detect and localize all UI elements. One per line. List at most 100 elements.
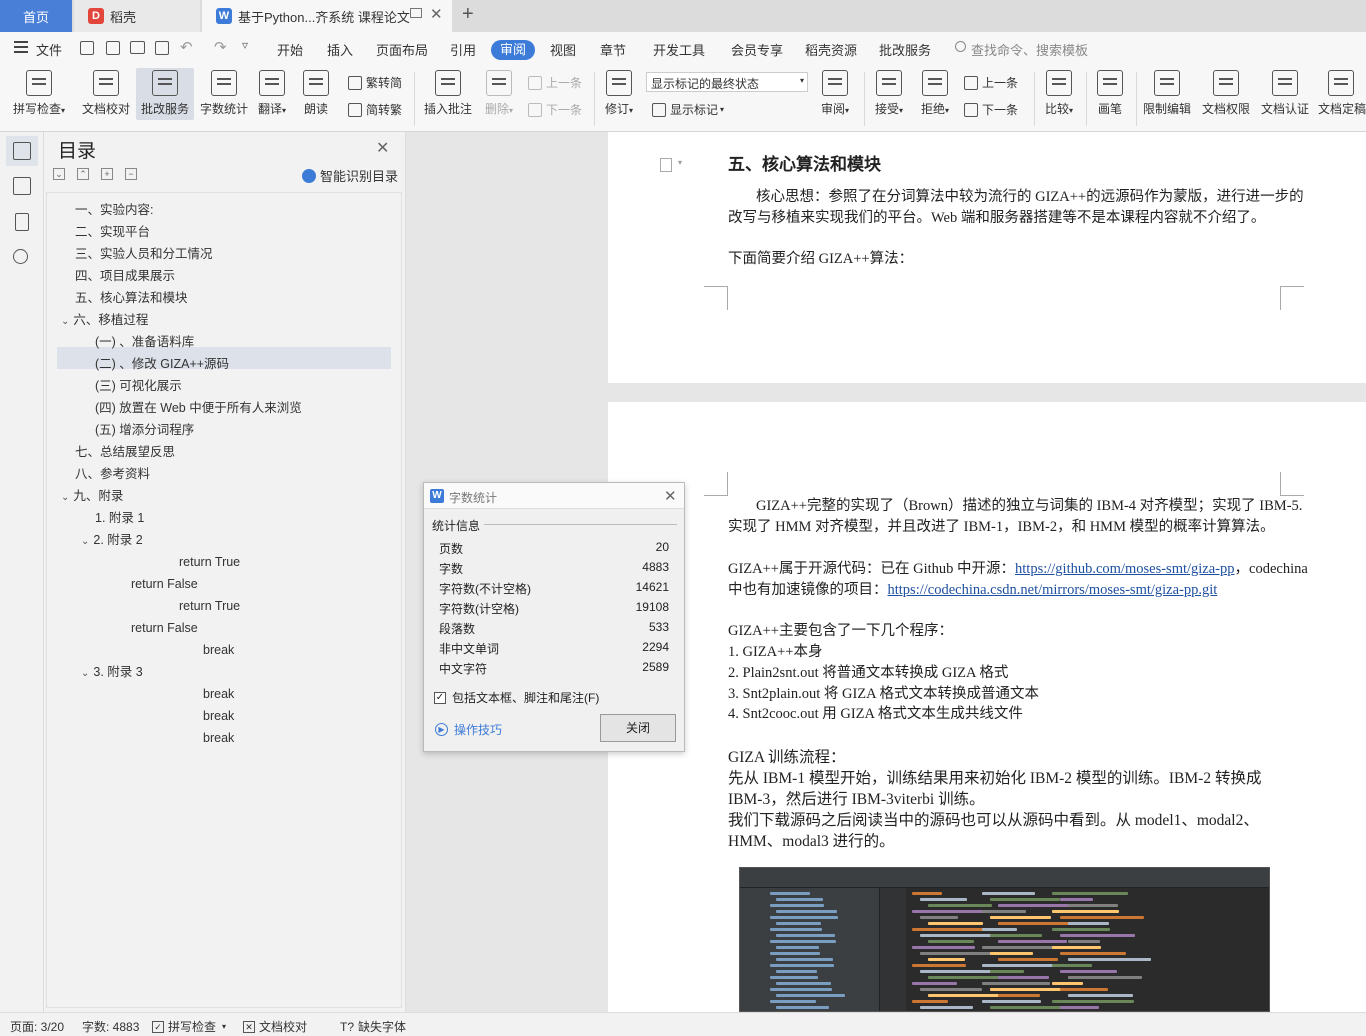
quick-access-dropdown-icon[interactable]: ▿ [242, 38, 248, 52]
menu-page-layout[interactable]: 页面布局 [376, 40, 428, 59]
toc-item[interactable]: 八、参考资料 [75, 463, 150, 485]
missing-font-status[interactable]: T? 缺失字体 [340, 1018, 406, 1035]
github-link[interactable]: https://github.com/moses-smt/giza-pp [1015, 561, 1235, 577]
toc-item[interactable]: 四、项目成果展示 [75, 265, 175, 287]
toc-item[interactable]: return False [131, 617, 198, 639]
window-restore-icon[interactable] [410, 8, 422, 18]
codechina-link[interactable]: https://codechina.csdn.net/mirrors/moses… [888, 582, 1218, 598]
menu-file[interactable]: 文件 [36, 40, 62, 59]
toc-item[interactable]: (五) 增添分词程序 [95, 419, 194, 441]
pen-button[interactable]: 画笔 [1092, 70, 1128, 117]
tab-daoke[interactable]: D 稻壳 [74, 0, 200, 32]
toc-item[interactable]: break [203, 727, 234, 749]
menu-developer[interactable]: 开发工具 [653, 40, 705, 59]
delete-comment-button[interactable]: 删除▾ [480, 70, 518, 117]
menu-start[interactable]: 开始 [277, 40, 303, 59]
restrict-edit-button[interactable]: 限制编辑 [1140, 70, 1194, 117]
translate-button[interactable]: 翻译▾ [254, 70, 290, 117]
toc-item[interactable]: 一、实验内容: [75, 199, 153, 221]
close-button[interactable]: 关闭 [600, 714, 676, 742]
search-icon[interactable] [13, 249, 28, 264]
toc-item[interactable]: return True [179, 551, 240, 573]
command-search-input[interactable]: 查找命令、搜索模板 [971, 40, 1088, 59]
toc-item[interactable]: 五、核心算法和模块 [75, 287, 188, 309]
print-preview-icon[interactable] [155, 41, 169, 55]
toc-item[interactable]: break [203, 683, 234, 705]
doc-check-status[interactable]: ✕ 文档校对 [243, 1018, 307, 1035]
toc-item[interactable]: (四) 放置在 Web 中便于所有人来浏览 [95, 397, 302, 419]
chevron-down-icon[interactable]: ⌄ [81, 536, 89, 547]
tips-link[interactable]: ▶ 操作技巧 [435, 721, 502, 738]
toc-item[interactable]: break [203, 639, 234, 661]
bookmark-icon[interactable] [15, 213, 29, 231]
remove-level-icon[interactable]: − [125, 168, 137, 180]
toc-item[interactable]: (一) 、准备语料库 [95, 331, 194, 353]
include-textbox-checkbox[interactable]: ✓ 包括文本框、脚注和尾注(F) [434, 689, 599, 706]
chevron-down-icon[interactable]: ⌄ [81, 668, 89, 679]
toc-nav-icon[interactable] [13, 142, 31, 160]
close-tab-icon[interactable]: ✕ [430, 5, 443, 23]
to-simplified-button[interactable]: 繁转简 [348, 74, 402, 91]
toc-item[interactable]: (三) 可视化展示 [95, 375, 182, 397]
menu-review-service[interactable]: 批改服务 [879, 40, 931, 59]
toc-item[interactable]: 三、实验人员和分工情况 [75, 243, 213, 265]
chapter-nav-icon[interactable] [13, 177, 31, 195]
menu-daoke-resources[interactable]: 稻壳资源 [805, 40, 857, 59]
menu-review[interactable]: 审阅 [491, 40, 535, 60]
markup-state-select[interactable]: 显示标记的最终状态 ▾ [646, 72, 808, 92]
revise-button[interactable]: 修订▾ [600, 70, 638, 117]
toc-item[interactable]: return False [131, 573, 198, 595]
toc-item[interactable]: return True [179, 595, 240, 617]
toc-item[interactable]: ⌄ 九、附录 [61, 485, 123, 507]
hamburger-icon[interactable] [14, 41, 28, 53]
toc-item[interactable]: ⌄ 六、移植过程 [61, 309, 148, 331]
redo-icon[interactable]: ↷ [214, 38, 227, 56]
chevron-down-icon[interactable]: ⌄ [61, 316, 69, 327]
insert-comment-button[interactable]: 插入批注 [422, 70, 474, 117]
toc-item[interactable]: 二、实现平台 [75, 221, 150, 243]
chevron-down-icon[interactable]: ⌄ [61, 492, 69, 503]
menu-insert[interactable]: 插入 [327, 40, 353, 59]
undo-icon[interactable]: ↶ [180, 38, 193, 56]
prev-revision-button[interactable]: 上一条 [964, 74, 1018, 91]
accept-button[interactable]: 接受▾ [870, 70, 908, 117]
toc-item[interactable]: ⌄ 2. 附录 2 [81, 529, 143, 551]
expand-up-icon[interactable]: ⌃ [77, 168, 89, 180]
doc-permission-button[interactable]: 文档权限 [1199, 70, 1253, 117]
toc-item[interactable]: break [203, 705, 234, 727]
prev-comment-button[interactable]: 上一条 [528, 74, 582, 91]
menu-view[interactable]: 视图 [550, 40, 576, 59]
next-revision-button[interactable]: 下一条 [964, 101, 1018, 118]
review-pane-button[interactable]: 审阅▾ [816, 70, 854, 117]
compare-button[interactable]: 比较▾ [1040, 70, 1078, 117]
tab-home[interactable]: 首页 [0, 0, 72, 32]
add-level-icon[interactable]: + [101, 168, 113, 180]
page-indicator[interactable]: 页面: 3/20 [10, 1018, 64, 1035]
word-count-button[interactable]: 字数统计 [198, 70, 250, 117]
toc-item[interactable]: 七、总结展望反思 [75, 441, 175, 463]
next-comment-button[interactable]: 下一条 [528, 101, 582, 118]
read-aloud-button[interactable]: 朗读 [298, 70, 334, 117]
spell-check-button[interactable]: 拼写检查▾ [8, 70, 70, 117]
word-count-indicator[interactable]: 字数: 4883 [82, 1018, 139, 1035]
menu-chapter[interactable]: 章节 [600, 40, 626, 59]
collapse-all-icon[interactable]: ⌄ [53, 168, 65, 180]
spell-check-status[interactable]: ✓ 拼写检查 ▾ [152, 1018, 226, 1035]
review-service-button[interactable]: 批改服务 [136, 68, 194, 120]
chevron-down-icon[interactable]: ▾ [678, 158, 682, 167]
paragraph-menu-icon[interactable] [660, 158, 672, 172]
close-icon[interactable]: ✕ [376, 138, 389, 158]
reject-button[interactable]: 拒绝▾ [916, 70, 954, 117]
doc-check-button[interactable]: 文档校对 [78, 70, 134, 117]
save-icon[interactable] [80, 41, 94, 55]
menu-reference[interactable]: 引用 [450, 40, 476, 59]
show-markup-button[interactable]: 显示标记 ▾ [652, 101, 724, 118]
toc-item[interactable]: 1. 附录 1 [95, 507, 144, 529]
doc-final-button[interactable]: 文档定稿 [1318, 70, 1366, 117]
search-icon[interactable] [955, 41, 966, 52]
doc-cert-button[interactable]: 文档认证 [1258, 70, 1312, 117]
toc-item[interactable]: (二) 、修改 GIZA++源码 [95, 353, 229, 375]
smart-toc-button[interactable]: 智能识别目录 [302, 166, 398, 185]
new-tab-icon[interactable]: + [462, 3, 474, 26]
export-pdf-icon[interactable] [106, 41, 120, 55]
